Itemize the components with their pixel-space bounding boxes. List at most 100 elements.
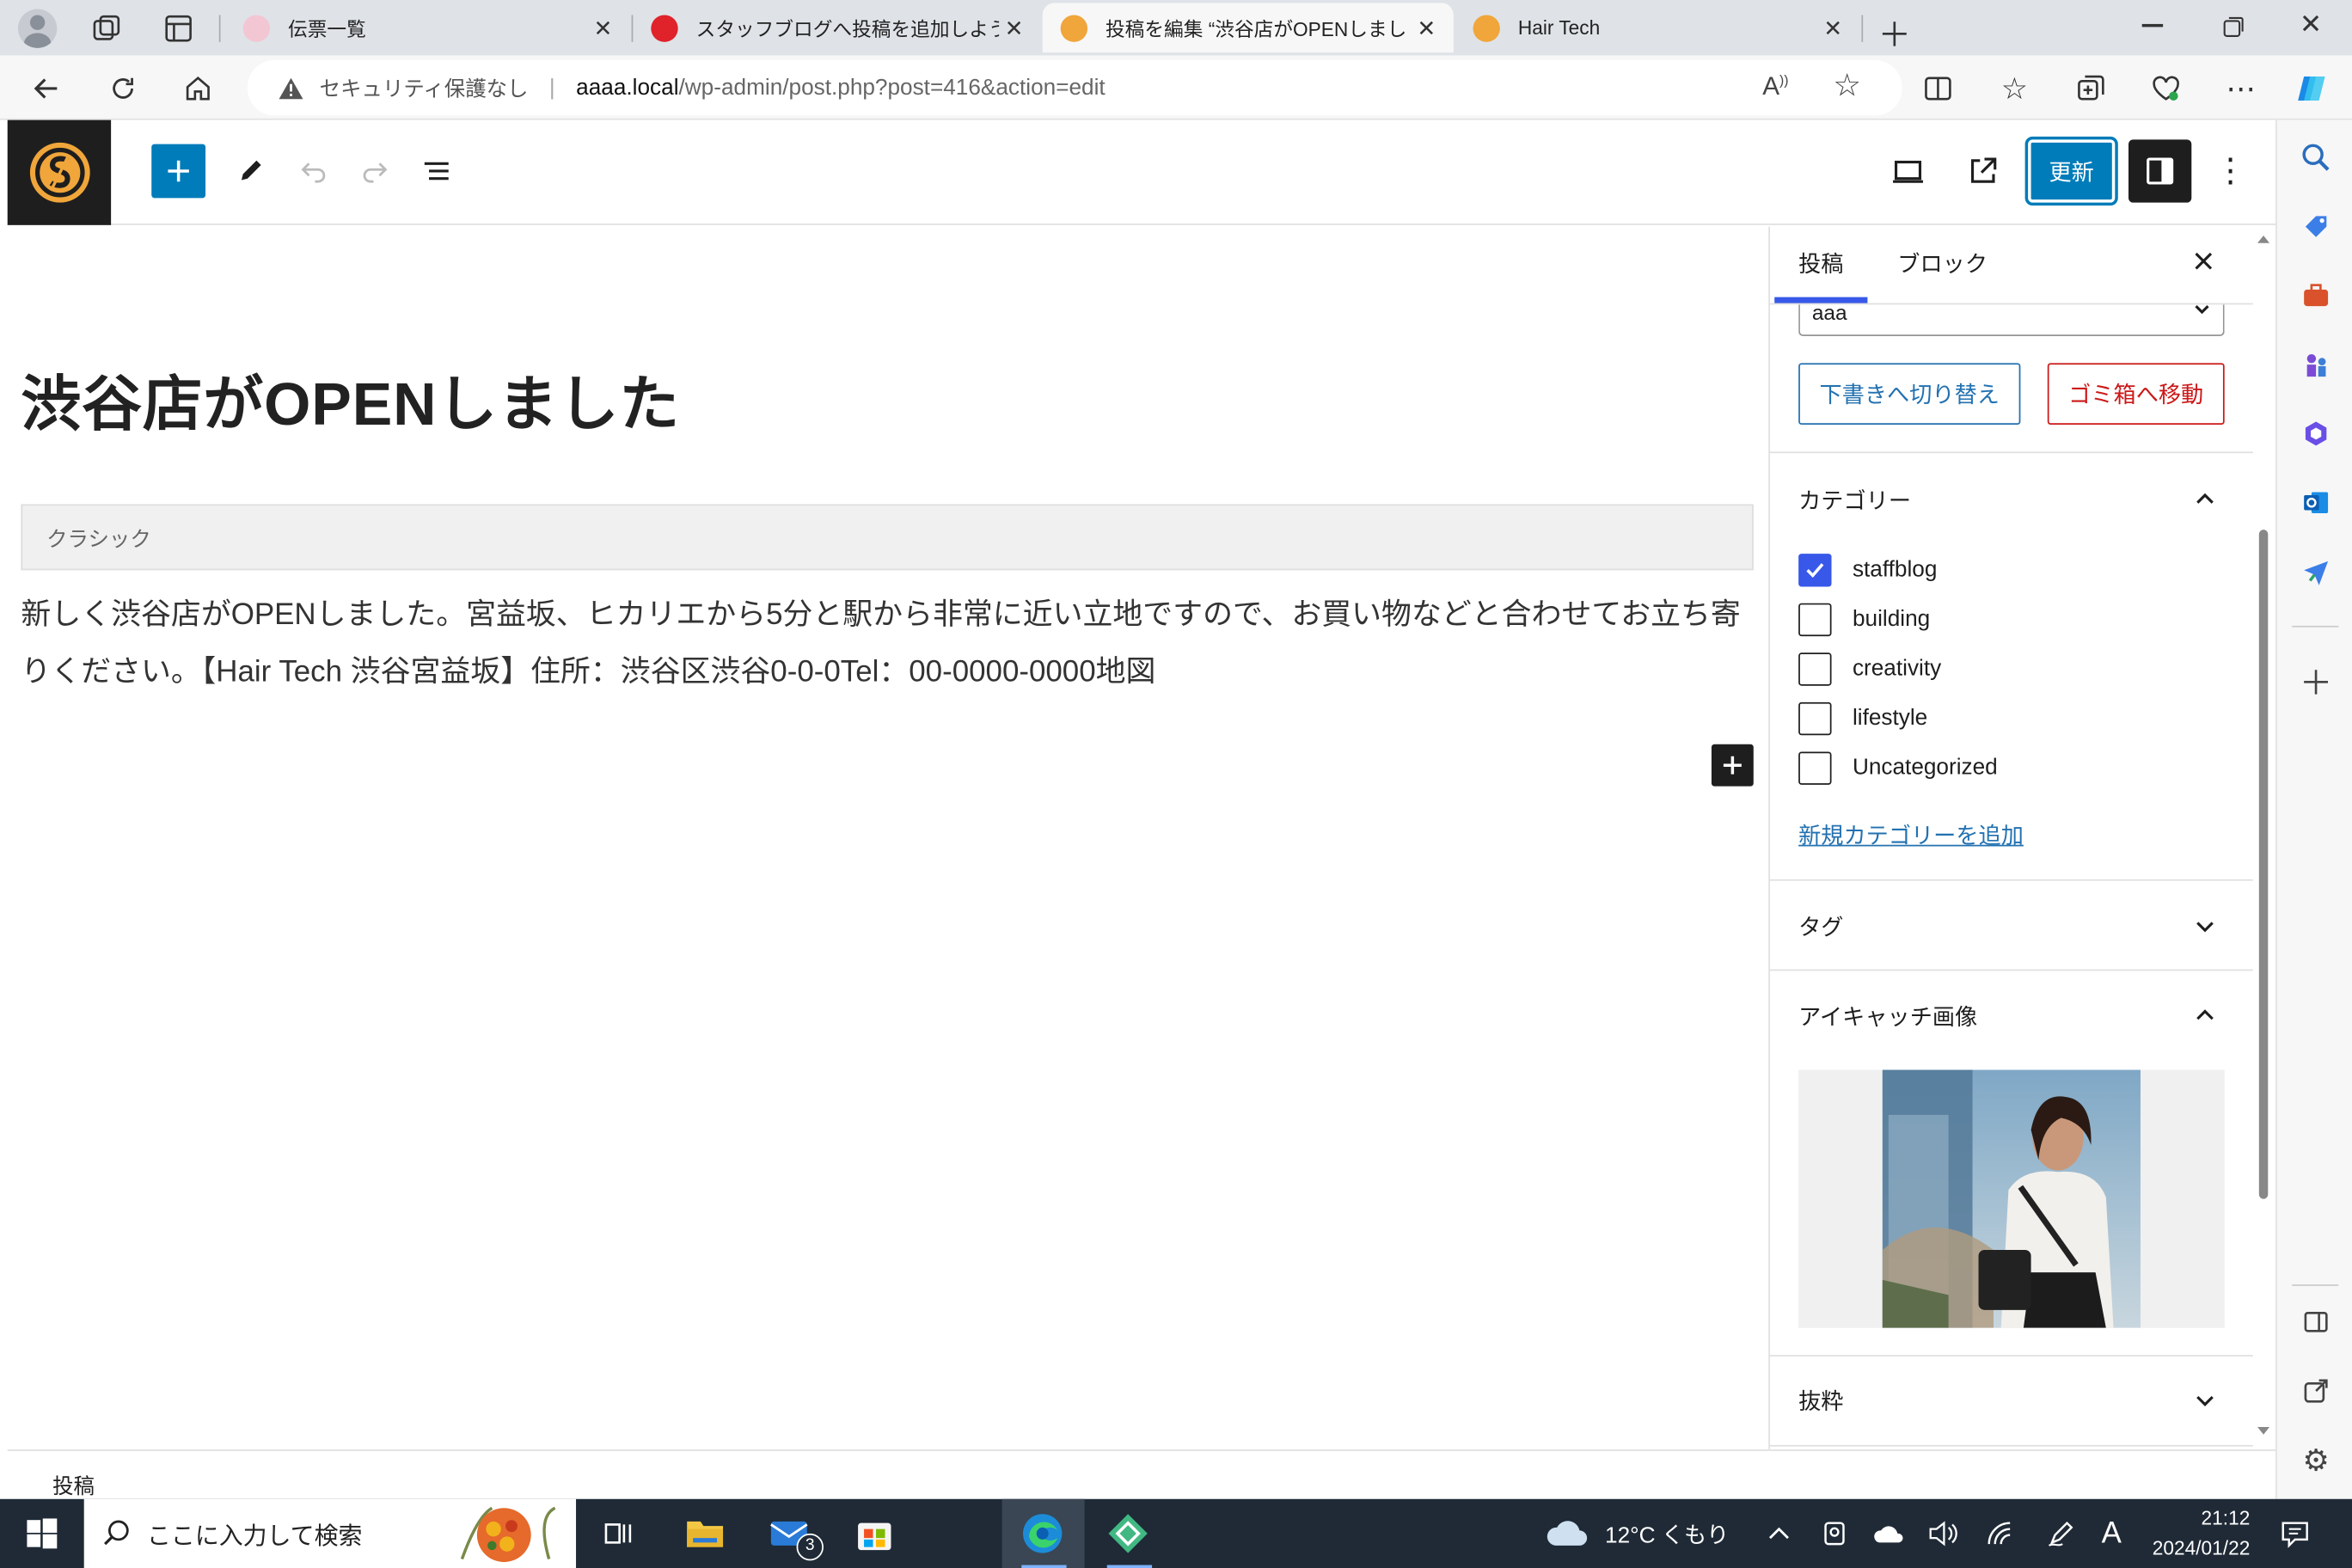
notifications-icon[interactable]: [2280, 1499, 2310, 1568]
tab-edit-post[interactable]: 投稿を編集 “渋谷店がOPENしまし ✕: [1042, 3, 1454, 53]
category-checkbox-uncategorized[interactable]: [1798, 751, 1832, 785]
refresh-button[interactable]: [103, 69, 142, 107]
sidebar-scrollbar[interactable]: [2253, 227, 2275, 1450]
editor-canvas: 渋谷店がOPENしました クラシック 新しく渋谷店がOPENしました。宮益坂、ヒ…: [7, 226, 1767, 1450]
tab-post[interactable]: 投稿: [1774, 248, 1868, 303]
chevron-down-icon[interactable]: [2193, 917, 2217, 938]
send-icon[interactable]: [2296, 552, 2335, 591]
close-tab-icon[interactable]: ✕: [588, 15, 618, 41]
browser-essentials-icon[interactable]: [2147, 69, 2185, 107]
close-tab-icon[interactable]: ✕: [999, 15, 1029, 41]
pen-icon[interactable]: [2046, 1499, 2076, 1568]
scroll-down-arrow-icon[interactable]: [2257, 1426, 2270, 1435]
switch-to-draft-button[interactable]: 下書きへ切り替え: [1798, 363, 2021, 425]
tab-hair-tech[interactable]: Hair Tech ✕: [1455, 3, 1860, 52]
preview-button[interactable]: [1887, 150, 1929, 193]
close-tab-icon[interactable]: ✕: [1412, 15, 1442, 41]
favorite-star-icon[interactable]: ☆: [1833, 68, 1861, 106]
workspaces-icon[interactable]: [90, 12, 123, 45]
settings-sidebar-toggle[interactable]: [2128, 139, 2192, 203]
weather-cloud-icon: [1545, 1518, 1589, 1548]
status-select[interactable]: aaa: [1798, 300, 2225, 336]
outlook-icon[interactable]: [2296, 483, 2335, 522]
tools-briefcase-icon[interactable]: [2296, 276, 2335, 315]
network-icon[interactable]: [1986, 1499, 2016, 1568]
categories-panel-title[interactable]: カテゴリー: [1798, 485, 1911, 517]
scrollbar-thumb[interactable]: [2258, 530, 2269, 1199]
redo-button[interactable]: [354, 150, 396, 193]
tab-staffblog[interactable]: スタッフブログへ投稿を追加しよう | ブ ✕: [633, 3, 1041, 52]
file-explorer-icon[interactable]: [683, 1511, 727, 1556]
back-button[interactable]: [27, 69, 65, 107]
category-label: Uncategorized: [1852, 754, 1998, 781]
chevron-up-icon[interactable]: [2193, 487, 2217, 508]
close-tab-icon[interactable]: ✕: [1818, 15, 1848, 41]
add-icon[interactable]: ＋: [2296, 662, 2335, 702]
classic-block-toolbar[interactable]: クラシック: [21, 504, 1754, 571]
microsoft-365-icon[interactable]: [2296, 414, 2335, 453]
block-inserter-button[interactable]: [1711, 744, 1754, 787]
chevron-up-icon[interactable]: [2193, 1004, 2217, 1025]
address-bar[interactable]: セキュリティ保護なし | aaaa.local /wp-admin/post.p…: [247, 59, 1902, 116]
show-hidden-icons-chevron[interactable]: [1767, 1499, 1791, 1568]
chevron-down-icon[interactable]: [2193, 1391, 2217, 1412]
post-title[interactable]: 渋谷店がOPENしました: [21, 356, 680, 443]
split-screen-icon[interactable]: [1919, 69, 1957, 107]
taskbar-search-box[interactable]: ここに入力して検索: [83, 1498, 577, 1568]
options-menu-button[interactable]: ⋮: [2209, 150, 2251, 193]
tab-denpyo[interactable]: 伝票一覧 ✕: [225, 3, 630, 52]
new-tab-button[interactable]: ＋: [1878, 9, 1911, 57]
category-checkbox-lifestyle[interactable]: [1798, 701, 1832, 736]
update-button[interactable]: 更新: [2024, 136, 2118, 206]
tags-panel-title[interactable]: タグ: [1798, 911, 1843, 943]
post-body-text[interactable]: 新しく渋谷店がOPENしました。宮益坂、ヒカリエから5分と駅から非常に近い立地で…: [21, 586, 1753, 701]
featured-image-panel-title[interactable]: アイキャッチ画像: [1798, 1001, 1977, 1032]
edge-taskbar-button[interactable]: [1001, 1498, 1085, 1568]
close-window-button[interactable]: ✕: [2300, 9, 2322, 40]
onedrive-cloud-icon[interactable]: [1872, 1499, 1905, 1568]
favorites-icon[interactable]: ☆: [1995, 69, 2034, 107]
restore-button[interactable]: [2223, 16, 2244, 37]
scroll-up-arrow-icon[interactable]: [2257, 236, 2270, 243]
category-checkbox-staffblog[interactable]: [1798, 554, 1832, 587]
minimize-button[interactable]: [2141, 23, 2164, 27]
document-overview-button[interactable]: [415, 150, 457, 193]
app-taskbar-button[interactable]: [1087, 1499, 1170, 1568]
ime-indicator[interactable]: A: [2102, 1499, 2122, 1568]
read-aloud-icon[interactable]: A)): [1762, 72, 1788, 102]
shopping-tag-icon[interactable]: [2296, 207, 2335, 246]
clock[interactable]: 21:12 2024/01/22: [2142, 1499, 2251, 1568]
open-external-icon[interactable]: [2296, 1371, 2335, 1410]
vertical-tabs-icon[interactable]: [162, 12, 194, 45]
category-checkbox-building[interactable]: [1798, 603, 1832, 637]
view-post-button[interactable]: [1962, 150, 2004, 193]
featured-image-photo: [1882, 1069, 2141, 1328]
more-menu-icon[interactable]: ⋯: [2221, 69, 2260, 107]
breadcrumb-item[interactable]: 投稿: [52, 1473, 95, 1498]
add-new-category-link[interactable]: 新規カテゴリーを追加: [1798, 819, 2024, 851]
settings-gear-icon[interactable]: ⚙: [2296, 1441, 2335, 1479]
tools-button[interactable]: [230, 150, 272, 193]
windows-start-icon[interactable]: [20, 1511, 64, 1556]
move-to-trash-button[interactable]: ゴミ箱へ移動: [2047, 363, 2225, 425]
task-view-icon[interactable]: [596, 1511, 640, 1556]
close-sidebar-icon[interactable]: [2190, 248, 2217, 274]
volume-icon[interactable]: [1927, 1499, 1957, 1568]
weather-text[interactable]: 12°C くもり: [1605, 1518, 1729, 1550]
search-icon[interactable]: [2296, 138, 2335, 177]
microsoft-store-icon[interactable]: [852, 1511, 897, 1556]
copilot-icon[interactable]: [2294, 69, 2332, 107]
undo-button[interactable]: [292, 150, 334, 193]
hide-sidebar-icon[interactable]: [2296, 1302, 2335, 1341]
games-chess-icon[interactable]: [2296, 345, 2335, 383]
collections-icon[interactable]: [2072, 69, 2110, 107]
excerpt-panel-title[interactable]: 抜粋: [1798, 1385, 1843, 1417]
profile-avatar[interactable]: [17, 9, 58, 48]
site-logo-button[interactable]: [7, 119, 112, 225]
tab-block[interactable]: ブロック: [1897, 248, 1988, 279]
featured-image[interactable]: [1798, 1069, 2225, 1328]
home-button[interactable]: [179, 69, 217, 107]
camera-icon[interactable]: [1821, 1499, 1847, 1568]
category-checkbox-creativity[interactable]: [1798, 652, 1832, 686]
add-block-button[interactable]: [151, 144, 206, 199]
